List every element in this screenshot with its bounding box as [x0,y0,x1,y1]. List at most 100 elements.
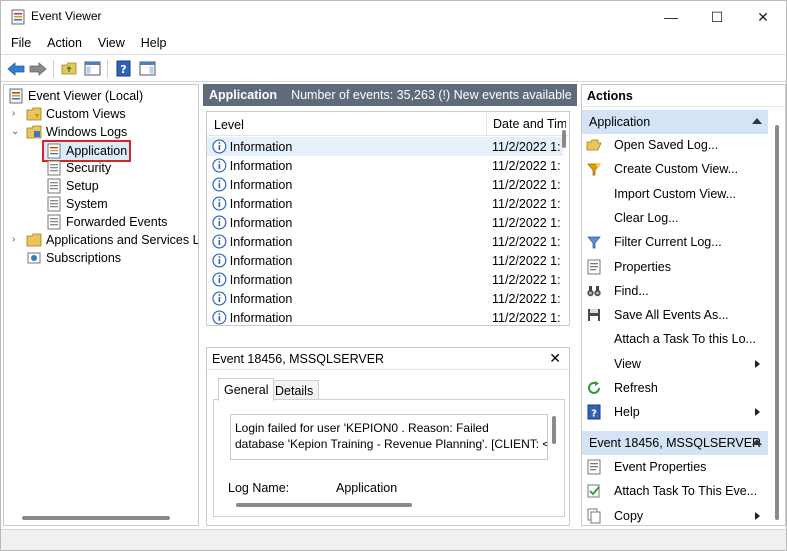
row-level: Information [229,158,293,173]
tab-details[interactable]: Details [269,380,320,400]
tree-item-system[interactable]: System [46,195,108,213]
action-label: Refresh [614,381,658,395]
menu-file[interactable]: File [1,33,39,53]
tree-item-security[interactable]: Security [46,159,111,177]
action-event-properties[interactable]: Event Properties [582,455,768,479]
action-label: Help [614,405,640,420]
row-date: 11/2/2022 1: [492,291,561,306]
table-row[interactable]: Information 11/2/2022 1: [207,175,563,194]
help-icon: ? [587,404,601,420]
chevron-down-icon[interactable]: ⌄ [11,127,21,137]
action-copy[interactable]: Copy [582,504,768,528]
minimize-button[interactable]: — [648,1,694,33]
menu-help[interactable]: Help [133,33,175,53]
column-header-level[interactable]: Level [214,118,244,132]
action-label: Attach Task To This Eve... [614,484,758,499]
vertical-scrollbar[interactable] [562,130,566,148]
toolbar: ? [1,54,786,82]
action-filter-current-log[interactable]: Filter Current Log... [582,230,768,254]
action-attach-task-to-this-eve[interactable]: Attach Task To This Eve... [582,479,768,503]
table-row[interactable]: Information 11/2/2022 1: [207,270,563,289]
help-book-icon: ? [116,60,130,77]
blank-icon [586,331,602,347]
action-save-all-events-as[interactable]: Save All Events As... [582,303,768,327]
action-open-saved-log[interactable]: Open Saved Log... [582,133,768,157]
tree-item-applications-and-services-logs[interactable]: Applications and Services Logs [26,231,198,249]
close-detail-icon[interactable]: ✕ [549,350,561,367]
row-level: Information [229,234,293,249]
actions-section-event[interactable]: Event 18456, MSSQLSERVER [582,431,768,455]
status-bar [1,529,786,550]
forward-button[interactable] [28,59,48,78]
message-scrollbar[interactable] [552,416,556,444]
svg-text:?: ? [120,63,126,76]
tree-item-label: Application [66,144,128,158]
menu-bar: File Action View Help [1,33,786,53]
action-properties[interactable]: Properties [582,255,768,279]
column-header-date[interactable]: Date and Time [486,112,566,136]
tree-item-custom-views[interactable]: Custom Views [26,105,126,123]
action-help[interactable]: ? Help [582,400,768,424]
table-row[interactable]: Information 11/2/2022 1: [207,251,563,270]
information-icon [212,139,227,154]
tab-general[interactable]: General [218,378,275,401]
action-import-custom-view[interactable]: Import Custom View... [582,182,768,206]
table-row[interactable]: Information 11/2/2022 1: [207,156,563,175]
tree-item-forwarded-events[interactable]: Forwarded Events [46,213,167,231]
help-toolbar-button[interactable]: ? [113,59,133,78]
log-icon [47,143,61,159]
action-create-custom-view[interactable]: Create Custom View... [582,157,768,181]
actions-title: Actions [582,85,785,107]
row-date: 11/2/2022 1: [492,196,561,211]
collapse-up-icon[interactable] [752,439,762,445]
menu-action[interactable]: Action [39,33,90,53]
folder-icon [26,107,42,121]
detail-horizontal-scrollbar[interactable] [236,503,412,507]
tree-item-label: Custom Views [46,107,126,121]
window-title: Event Viewer [31,9,102,23]
table-row[interactable]: Information 11/2/2022 1: [207,289,563,308]
table-row[interactable]: Information 11/2/2022 1: [207,213,563,232]
action-attach-a-task-to-this-lo[interactable]: Attach a Task To this Lo... [582,327,768,351]
actions-section-application[interactable]: Application [582,110,768,134]
menu-view[interactable]: View [90,33,133,53]
show-action-pane-button[interactable] [137,59,157,78]
actions-scrollbar[interactable] [775,125,779,520]
blank-icon [586,186,602,202]
collapse-up-icon[interactable] [752,118,762,124]
back-button[interactable] [6,59,26,78]
tree-item-label: Applications and Services Logs [46,233,198,247]
tree-item-subscriptions[interactable]: Subscriptions [26,249,121,267]
general-tab-content: Login failed for user 'KEPION0 . Reason:… [213,399,565,517]
tree-item-event-viewer-local[interactable]: Event Viewer (Local) [8,87,143,105]
action-find[interactable]: Find... [582,279,768,303]
maximize-button[interactable]: ☐ [694,1,740,33]
table-row[interactable]: Information 11/2/2022 1: [207,232,563,251]
information-icon [212,310,227,325]
action-refresh[interactable]: Refresh [582,376,768,400]
properties-icon [587,259,601,274]
information-icon [212,177,227,192]
information-icon [212,196,227,211]
event-count-text: Number of events: 35,263 (!) New events … [291,88,572,102]
up-folder-button[interactable] [59,59,79,78]
chevron-right-icon[interactable]: › [12,109,22,119]
chevron-right-icon[interactable]: › [12,235,22,245]
action-clear-log[interactable]: Clear Log... [582,206,768,230]
log-icon [47,178,61,194]
row-level: Information [229,272,293,287]
events-grid: Level Date and Time Information 11/2/2022… [206,111,570,326]
toolbar-separator [107,60,108,78]
table-row[interactable]: Information 11/2/2022 1: [207,194,563,213]
show-hide-console-tree-button[interactable] [82,59,102,78]
horizontal-scrollbar[interactable] [22,516,170,520]
tree-item-label: Forwarded Events [66,215,168,229]
tree-item-setup[interactable]: Setup [46,177,99,195]
table-row[interactable]: Information 11/2/2022 1: [207,137,563,156]
action-view[interactable]: View [582,352,768,376]
tree-item-windows-logs[interactable]: Windows Logs [26,123,127,141]
close-button[interactable]: ✕ [740,1,786,33]
event-message-box[interactable]: Login failed for user 'KEPION0 . Reason:… [230,414,548,460]
table-row[interactable]: Information 11/2/2022 1: [207,308,563,325]
toolbar-separator [53,60,54,78]
